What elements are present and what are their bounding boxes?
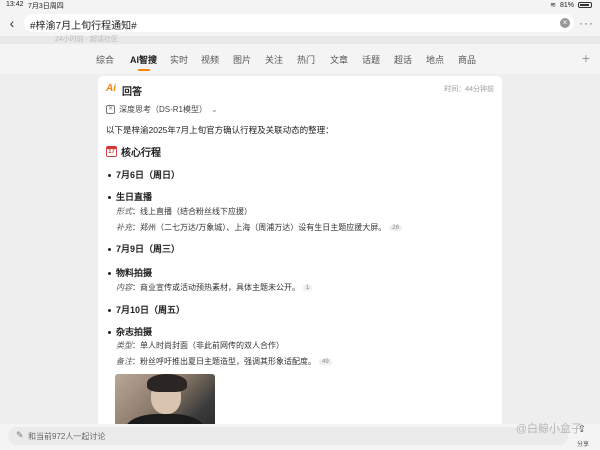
comment-input[interactable]: ✎ 和当前972人一起讨论 [8,427,568,445]
watermark: @白鲸小盒子 [515,423,582,435]
chevron-down-icon: ⌄ [211,105,218,114]
battery-percent: 81% [559,1,574,9]
detail-key: 补充 [116,223,132,232]
reference-badge[interactable]: 49 [319,358,332,365]
wifi-icon: ≋ [550,2,556,9]
schedule-event: 物料拍摄 [108,266,152,279]
tab-realtime[interactable]: 实时 [170,53,188,66]
detail-key: 类型 [116,341,132,350]
detail-key: 内容 [116,283,132,292]
schedule-date-text: 7月10日（周五） [116,305,186,315]
detail-value: ：郑州（二七万达/万象城）、上海（周浦万达）设有生日主题应援大屏。 [132,223,387,232]
bullet-dot [108,272,111,276]
tab-hot[interactable]: 热门 [297,53,315,66]
tab-topics[interactable]: 话题 [362,53,380,66]
reference-badge[interactable]: 1 [303,284,313,291]
schedule-date-text: 7月9日（周三） [116,244,181,254]
bullet-dot [108,331,111,335]
clear-icon[interactable]: × [560,18,570,28]
model-selector[interactable]: ✕ 深度思考（DS-R1模型） ⌄ [106,104,218,115]
share-label[interactable]: 分享 [577,439,589,448]
search-header: ‹ #梓渝7月上旬行程通知# × ··· [0,10,600,36]
bullet-dot [108,174,111,178]
tab-places[interactable]: 地点 [426,53,444,66]
reference-badge[interactable]: 26 [389,224,402,231]
schedule-event-text: 生日直播 [116,192,153,202]
tab-articles[interactable]: 文章 [330,53,348,66]
photo-subject-hair [147,374,187,392]
detail-value: ：单人时尚封面（非此前网传的双人合作） [132,341,284,350]
peek-strip: 24小时前 · 超话社区 [0,36,600,44]
status-right: ≋ 81% [550,1,592,9]
tab-video[interactable]: 视频 [201,53,219,66]
detail-key: 形式 [116,207,132,216]
battery-icon [578,2,592,8]
schedule-event: 生日直播 [108,190,152,203]
tab-bar: 综合 AI智搜 实时 视频 图片 关注 热门 文章 话题 超话 地点 商品 + [0,44,600,74]
schedule-event: 杂志拍摄 [108,325,152,338]
schedule-detail: 内容：商业宣传或活动预热素材，具体主题未公开。 1 [116,282,313,293]
detail-value: ：线上直播（结合粉丝线下应援） [132,207,252,216]
schedule-date: 7月10日（周五） [108,303,185,316]
back-icon[interactable]: ‹ [4,14,20,32]
tab-super-topics[interactable]: 超话 [394,53,412,66]
bullet-dot [108,196,111,200]
schedule-date: 7月6日（周日） [108,168,180,181]
bottom-bar: ✎ 和当前972人一起讨论 ⇪ 分享 [0,424,600,450]
schedule-detail: 类型：单人时尚封面（非此前网传的双人合作） [116,340,284,351]
detail-key: 备注 [116,357,132,366]
schedule-detail: 备注：粉丝呼吁推出夏日主题造型，强调其形象适配度。 49 [116,356,332,367]
calendar-icon: 17 [106,146,117,157]
answer-time: 时间：44分钟前 [444,86,494,93]
schedule-date: 7月9日（周三） [108,242,180,255]
status-time: 13:42 [6,1,24,8]
tab-following[interactable]: 关注 [265,53,283,66]
tab-general[interactable]: 综合 [96,53,114,66]
ai-logo: Ai [106,83,116,94]
comment-placeholder: 和当前972人一起讨论 [28,432,106,441]
more-icon[interactable]: ··· [579,16,594,30]
search-input[interactable]: #梓渝7月上旬行程通知# × [24,14,574,32]
schedule-detail: 形式：线上直播（结合粉丝线下应援） [116,206,252,217]
detail-value: ：商业宣传或活动预热素材，具体主题未公开。 [132,283,300,292]
add-tab-icon[interactable]: + [582,50,590,66]
tab-products[interactable]: 商品 [458,53,476,66]
schedule-event-text: 杂志拍摄 [116,327,153,337]
peek-text: 24小时前 · 超话社区 [55,36,119,43]
detail-value: ：粉丝呼吁推出夏日主题造型，强调其形象适配度。 [132,357,316,366]
search-query: #梓渝7月上旬行程通知# [30,21,137,32]
section-title-text: 核心行程 [121,148,161,159]
status-bar: 13:42 7月3日周四 ≋ 81% [0,0,600,10]
pen-icon: ✎ [16,430,24,440]
ai-answer-card: Ai 回答 时间：44分钟前 ✕ 深度思考（DS-R1模型） ⌄ 以下是梓渝20… [98,76,502,450]
intro-text: 以下是梓渝2025年7月上旬官方确认行程及关联动态的整理： [106,125,334,135]
active-tab-indicator [138,69,150,71]
answer-label: 回答 [122,87,142,98]
deep-think-icon: ✕ [106,105,115,114]
schedule-detail: 补充：郑州（二七万达/万象城）、上海（周浦万达）设有生日主题应援大屏。 26 [116,222,402,233]
tab-ai-search[interactable]: AI智搜 [130,53,157,66]
schedule-date-text: 7月6日（周日） [116,170,181,180]
schedule-event-text: 物料拍摄 [116,268,153,278]
model-label: 深度思考（DS-R1模型） [119,105,208,114]
bullet-dot [108,309,111,313]
card-header: Ai 回答 时间：44分钟前 [106,82,494,98]
bullet-dot [108,248,111,252]
section-title: 17 核心行程 [106,144,161,159]
tab-images[interactable]: 图片 [233,53,251,66]
